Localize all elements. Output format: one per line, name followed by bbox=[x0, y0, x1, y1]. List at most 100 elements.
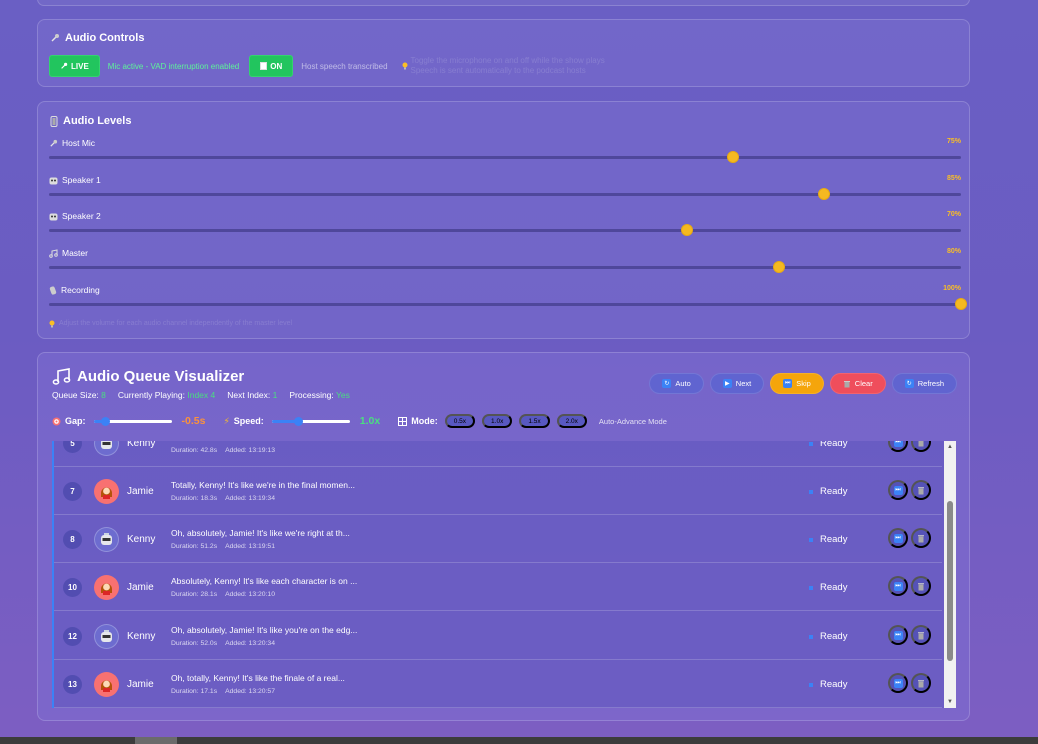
level-slider-thumb[interactable] bbox=[818, 188, 831, 200]
level-slider-track[interactable] bbox=[49, 151, 961, 163]
live-mic-toggle-button[interactable]: LIVE bbox=[49, 55, 100, 77]
microphone-icon bbox=[50, 33, 60, 43]
level-slider-thumb[interactable] bbox=[727, 151, 739, 163]
microphone-icon bbox=[49, 139, 58, 148]
target-icon bbox=[52, 417, 61, 426]
delete-item-button[interactable] bbox=[911, 480, 931, 500]
queue-item[interactable]: 8 Kenny Oh, absolutely, Jamie! It's like… bbox=[54, 515, 942, 563]
levels-tip: Adjust the volume for each audio channel… bbox=[49, 320, 292, 328]
level-label: Host Mic bbox=[62, 138, 96, 148]
play-item-button[interactable]: ⏭ bbox=[888, 480, 908, 500]
queue-list[interactable]: 5 Kenny Duration: 42.8s Added: 13:19:13 R… bbox=[52, 441, 956, 708]
speed-option-2-0x[interactable]: 2.0x bbox=[556, 414, 587, 428]
skip-to-icon: ⏭ bbox=[893, 581, 903, 591]
trash-icon bbox=[917, 582, 925, 591]
level-slider-track[interactable] bbox=[49, 261, 961, 273]
trash-icon bbox=[917, 534, 925, 543]
queue-size-value: 8 bbox=[101, 390, 106, 400]
queue-item-speaker: Kenny bbox=[127, 534, 156, 545]
queue-item[interactable]: 12 Kenny Oh, absolutely, Jamie! It's lik… bbox=[54, 612, 942, 660]
level-slider-track[interactable] bbox=[49, 224, 961, 236]
scroll-up-arrow-icon[interactable]: ▲ bbox=[944, 441, 956, 453]
queue-item[interactable]: 5 Kenny Duration: 42.8s Added: 13:19:13 R… bbox=[54, 441, 942, 467]
jamie-avatar-icon bbox=[94, 479, 119, 504]
transcription-toggle-button[interactable]: ON bbox=[249, 55, 294, 77]
status-dot bbox=[809, 634, 813, 639]
refresh-icon: ↻ bbox=[662, 379, 672, 388]
scroll-down-arrow-icon[interactable]: ▼ bbox=[944, 696, 956, 708]
speed-option-0-5x[interactable]: 0.5x bbox=[444, 414, 476, 428]
transcription-on-label: ON bbox=[270, 61, 283, 71]
skip-to-icon: ⏭ bbox=[893, 533, 903, 543]
controls-tip: Toggle the microphone on and off while t… bbox=[410, 56, 605, 75]
clear-button[interactable]: Clear bbox=[829, 373, 886, 394]
audio-levels-title: Audio Levels bbox=[63, 115, 132, 127]
queue-item[interactable]: 13 Jamie Oh, totally, Kenny! It's like t… bbox=[54, 660, 942, 708]
queue-item-meta: Duration: 28.1s Added: 13:20:10 bbox=[171, 591, 275, 598]
refresh-button[interactable]: ↻ Refresh bbox=[891, 373, 957, 394]
trash-icon bbox=[917, 441, 925, 447]
queue-item[interactable]: 7 Jamie Totally, Kenny! It's like we're … bbox=[54, 467, 942, 515]
delete-item-button[interactable] bbox=[911, 576, 931, 596]
play-item-button[interactable]: ⏭ bbox=[888, 441, 908, 452]
music-notes-icon bbox=[52, 367, 71, 386]
level-slider-track[interactable] bbox=[49, 188, 961, 200]
queue-item-status: Ready bbox=[809, 679, 847, 690]
gap-slider-thumb[interactable] bbox=[101, 416, 111, 426]
play-item-button[interactable]: ⏭ bbox=[888, 673, 908, 693]
speed-slider-thumb[interactable] bbox=[293, 416, 303, 426]
speed-option-1-5x[interactable]: 1.5x bbox=[519, 414, 550, 428]
trash-icon bbox=[843, 380, 851, 388]
level-slider-track[interactable] bbox=[49, 298, 967, 310]
delete-item-button[interactable] bbox=[911, 625, 931, 645]
lightbulb-icon bbox=[49, 320, 55, 328]
gap-value: -0.5s bbox=[181, 415, 206, 427]
speed-slider[interactable] bbox=[271, 416, 350, 426]
auto-button[interactable]: ↻ Auto bbox=[649, 373, 704, 394]
document-icon bbox=[260, 62, 268, 70]
queue-item-status: Ready bbox=[809, 441, 847, 449]
gap-label: Gap: bbox=[65, 416, 86, 426]
robot-icon bbox=[49, 176, 58, 185]
queue-item-text: Totally, Kenny! It's like we're in the f… bbox=[171, 480, 356, 490]
level-slider-thumb[interactable] bbox=[955, 298, 967, 310]
kenny-avatar-icon bbox=[94, 624, 119, 649]
level-slider-thumb[interactable] bbox=[681, 224, 694, 236]
queue-item-status: Ready bbox=[809, 486, 847, 497]
status-dot bbox=[809, 441, 813, 446]
queue-item-index: 7 bbox=[63, 482, 82, 501]
queue-item-speaker: Jamie bbox=[127, 582, 154, 593]
queue-item-meta: Duration: 17.1s Added: 13:20:57 bbox=[171, 688, 275, 695]
queue-item[interactable]: 10 Jamie Absolutely, Kenny! It's like ea… bbox=[54, 563, 942, 611]
trash-icon bbox=[917, 631, 925, 640]
play-item-button[interactable]: ⏭ bbox=[888, 528, 908, 548]
skip-to-icon: ⏭ bbox=[893, 630, 903, 640]
level-value: 75% bbox=[946, 138, 961, 145]
microphone-icon bbox=[60, 62, 68, 70]
scrollbar-thumb[interactable] bbox=[947, 501, 953, 661]
delete-item-button[interactable] bbox=[911, 441, 931, 452]
processing-value: Yes bbox=[336, 390, 350, 400]
queue-actions: ↻ Auto ▶ Next ⏭ Skip Clear ↻ Refresh bbox=[649, 373, 957, 394]
next-button[interactable]: ▶ Next bbox=[709, 373, 765, 394]
audio-levels-heading: Audio Levels bbox=[50, 115, 131, 127]
queue-scrollbar[interactable]: ▲ ▼ bbox=[944, 441, 956, 708]
audio-queue-panel: Audio Queue Visualizer Queue Size: 8 Cur… bbox=[37, 352, 970, 721]
delete-item-button[interactable] bbox=[911, 673, 931, 693]
live-label: LIVE bbox=[71, 61, 89, 71]
level-value: 100% bbox=[943, 285, 961, 292]
gap-slider[interactable] bbox=[93, 416, 172, 426]
play-item-button[interactable]: ⏭ bbox=[888, 576, 908, 596]
skip-button[interactable]: ⏭ Skip bbox=[770, 373, 824, 394]
play-item-button[interactable]: ⏭ bbox=[888, 625, 908, 645]
level-slider-thumb[interactable] bbox=[772, 261, 785, 273]
speed-option-1-0x[interactable]: 1.0x bbox=[482, 414, 513, 428]
level-row-speaker-2: Speaker 2 70% bbox=[49, 211, 961, 241]
queue-title: Audio Queue Visualizer bbox=[77, 368, 245, 385]
queue-item-status: Ready bbox=[809, 631, 847, 642]
speed-label: Speed: bbox=[233, 416, 264, 426]
queue-item-index: 10 bbox=[63, 578, 82, 597]
mode-label: Mode: bbox=[411, 416, 438, 426]
delete-item-button[interactable] bbox=[911, 528, 931, 548]
queue-item-text: Oh, absolutely, Jamie! It's like we're r… bbox=[171, 528, 350, 538]
